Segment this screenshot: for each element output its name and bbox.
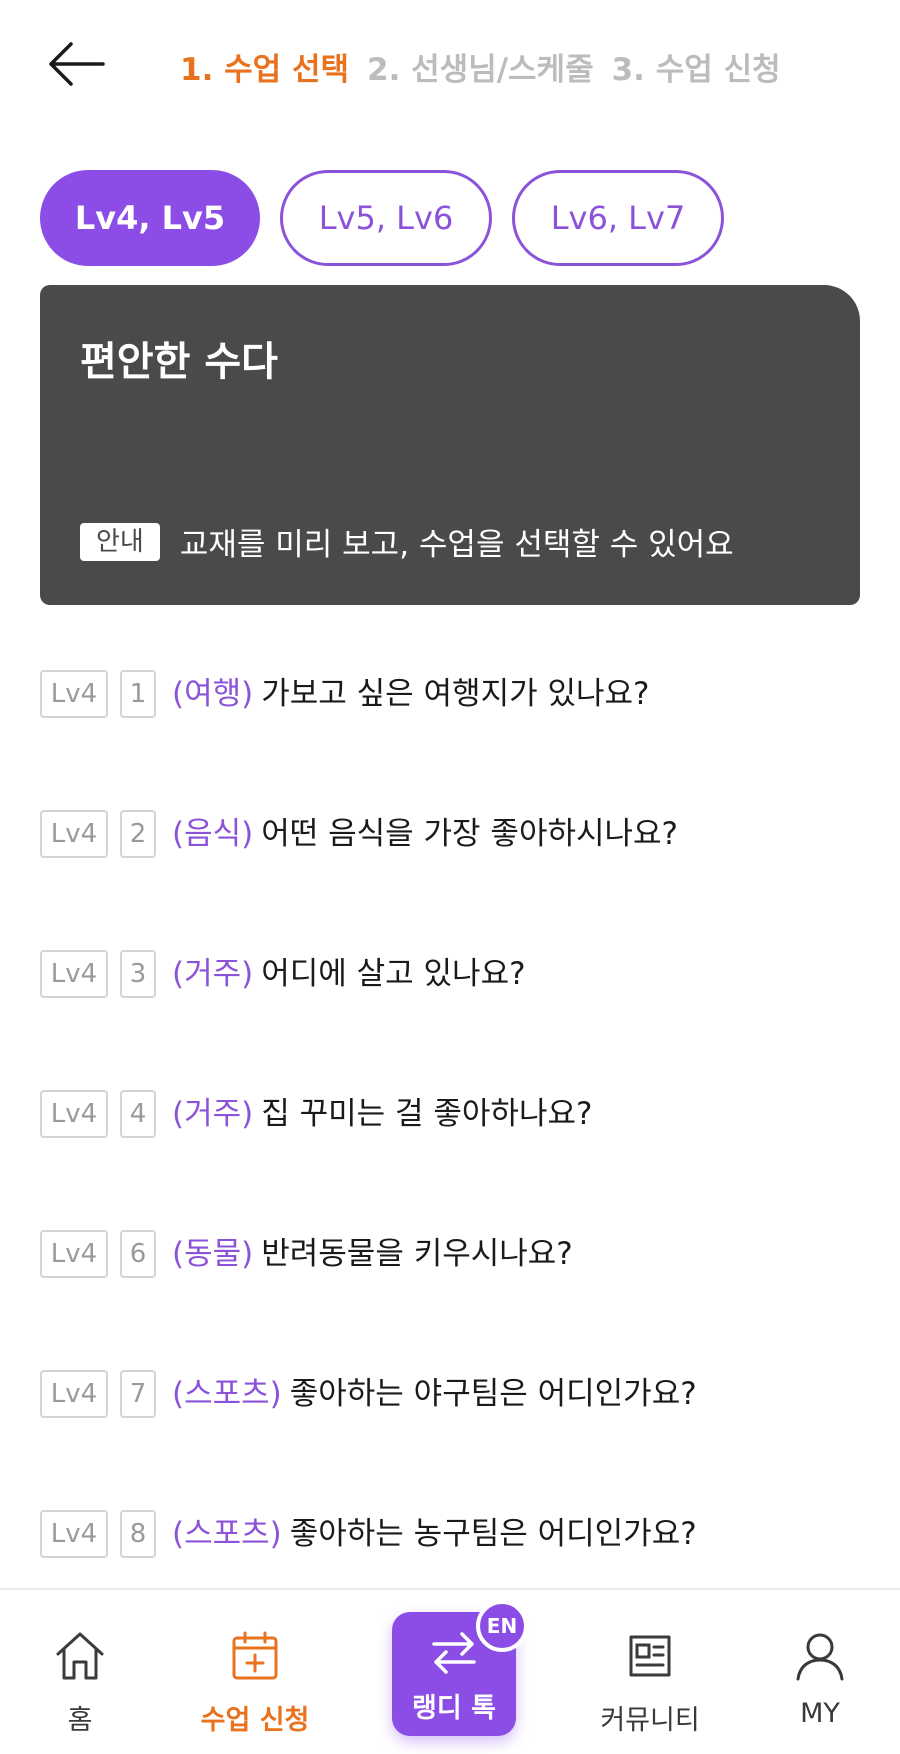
lesson-question: 가보고 싶은 여행지가 있나요? [261, 676, 650, 712]
course-title: 편안한 수다 [80, 339, 278, 385]
course-card: 편안한 수다 안내 교재를 미리 보고, 수업을 선택할 수 있어요 [40, 285, 860, 605]
step-select-class: 1. 수업 선택 [180, 52, 350, 88]
bottom-nav: 홈 수업 신청 랭디 톡 EN 커뮤니티 MY [0, 1588, 900, 1754]
nav-apply[interactable]: 수업 신청 [180, 1590, 330, 1754]
lesson-number-tag: 6 [120, 1230, 156, 1278]
lesson-title: (여행) 가보고 싶은 여행지가 있나요? [172, 670, 650, 718]
nav-talk-label: 랭디 톡 [412, 1693, 496, 1724]
lesson-category: (스포츠) [172, 1516, 282, 1552]
nav-home[interactable]: 홈 [30, 1590, 130, 1754]
nav-my-label: MY [800, 1698, 840, 1729]
list-item[interactable]: Lv4 4 (거주) 집 꾸미는 걸 좋아하나요? [40, 1060, 870, 1200]
list-item[interactable]: Lv4 3 (거주) 어디에 살고 있나요? [40, 920, 870, 1060]
lesson-category: (음식) [172, 816, 254, 852]
level-pill-lv5-lv6[interactable]: Lv5, Lv6 [280, 170, 492, 266]
calendar-plus-icon [230, 1626, 280, 1686]
lesson-number-tag: 3 [120, 950, 156, 998]
lesson-question: 집 꾸미는 걸 좋아하나요? [261, 1096, 593, 1132]
lesson-number-tag: 4 [120, 1090, 156, 1138]
lesson-title: (스포츠) 좋아하는 야구팀은 어디인가요? [172, 1370, 697, 1418]
lesson-question: 좋아하는 농구팀은 어디인가요? [289, 1516, 697, 1552]
user-icon [793, 1626, 847, 1686]
level-tag: Lv4 [40, 950, 108, 998]
level-pill-lv6-lv7[interactable]: Lv6, Lv7 [512, 170, 724, 266]
list-item[interactable]: Lv4 6 (동물) 반려동물을 키우시나요? [40, 1200, 870, 1340]
lesson-title: (동물) 반려동물을 키우시나요? [172, 1230, 573, 1278]
lesson-question: 어디에 살고 있나요? [261, 956, 526, 992]
nav-talk-button[interactable]: 랭디 톡 EN [392, 1600, 528, 1736]
lesson-question: 좋아하는 야구팀은 어디인가요? [289, 1376, 697, 1412]
course-info: 안내 교재를 미리 보고, 수업을 선택할 수 있어요 [80, 519, 734, 564]
language-badge: EN [476, 1600, 528, 1652]
nav-apply-label: 수업 신청 [200, 1705, 310, 1736]
arrow-left-icon [49, 42, 105, 86]
lesson-category: (동물) [172, 1236, 254, 1272]
level-tag: Lv4 [40, 670, 108, 718]
lesson-category: (거주) [172, 1096, 254, 1132]
lesson-category: (스포츠) [172, 1376, 282, 1412]
lesson-number-tag: 1 [120, 670, 156, 718]
step-apply: 3. 수업 신청 [611, 52, 781, 88]
lesson-title: (스포츠) 좋아하는 농구팀은 어디인가요? [172, 1510, 697, 1558]
lesson-title: (거주) 집 꾸미는 걸 좋아하나요? [172, 1090, 592, 1138]
header: 1. 수업 선택 2. 선생님/스케줄 3. 수업 신청 [0, 0, 900, 130]
lesson-list: Lv4 1 (여행) 가보고 싶은 여행지가 있나요? Lv4 2 (음식) 어떤 … [40, 640, 870, 1620]
lesson-category: (여행) [172, 676, 254, 712]
list-item[interactable]: Lv4 7 (스포츠) 좋아하는 야구팀은 어디인가요? [40, 1340, 870, 1480]
info-badge: 안내 [80, 522, 160, 561]
lesson-title: (거주) 어디에 살고 있나요? [172, 950, 526, 998]
nav-community[interactable]: 커뮤니티 [580, 1590, 720, 1754]
lesson-number-tag: 8 [120, 1510, 156, 1558]
list-item[interactable]: Lv4 2 (음식) 어떤 음식을 가장 좋아하시나요? [40, 780, 870, 920]
lesson-title: (음식) 어떤 음식을 가장 좋아하시나요? [172, 810, 678, 858]
swap-arrows-icon [428, 1628, 480, 1682]
level-tag: Lv4 [40, 1510, 108, 1558]
level-filter: Lv4, Lv5 Lv5, Lv6 Lv6, Lv7 [40, 170, 724, 266]
lesson-question: 어떤 음식을 가장 좋아하시나요? [261, 816, 679, 852]
level-tag: Lv4 [40, 810, 108, 858]
nav-home-label: 홈 [67, 1705, 93, 1736]
nav-my[interactable]: MY [770, 1590, 870, 1754]
level-tag: Lv4 [40, 1090, 108, 1138]
nav-community-label: 커뮤니티 [600, 1705, 700, 1736]
step-indicator: 1. 수업 선택 2. 선생님/스케줄 3. 수업 신청 [180, 44, 781, 89]
lesson-question: 반려동물을 키우시나요? [261, 1236, 573, 1272]
newspaper-icon [626, 1626, 674, 1686]
list-item[interactable]: Lv4 1 (여행) 가보고 싶은 여행지가 있나요? [40, 640, 870, 780]
lesson-number-tag: 2 [120, 810, 156, 858]
level-tag: Lv4 [40, 1230, 108, 1278]
info-text: 교재를 미리 보고, 수업을 선택할 수 있어요 [179, 527, 734, 563]
level-tag: Lv4 [40, 1370, 108, 1418]
home-icon [52, 1626, 108, 1686]
lesson-number-tag: 7 [120, 1370, 156, 1418]
back-button[interactable] [40, 34, 112, 94]
step-teacher-schedule: 2. 선생님/스케줄 [367, 52, 594, 88]
lesson-category: (거주) [172, 956, 254, 992]
level-pill-lv4-lv5[interactable]: Lv4, Lv5 [40, 170, 260, 266]
